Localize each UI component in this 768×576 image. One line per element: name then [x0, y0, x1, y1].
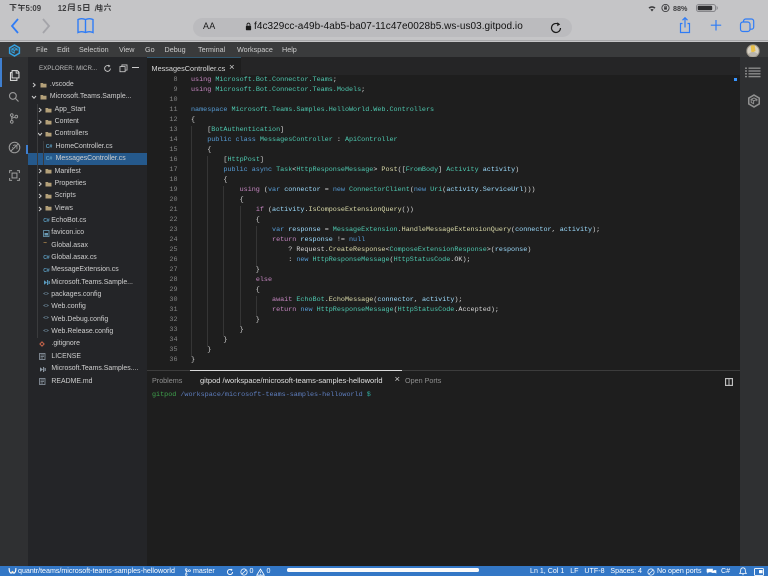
svg-text:88%: 88%	[673, 3, 688, 12]
svg-text:5:09: 5:09	[26, 4, 42, 12]
svg-text:12: 12	[58, 4, 67, 12]
svg-text:5: 5	[77, 4, 82, 12]
